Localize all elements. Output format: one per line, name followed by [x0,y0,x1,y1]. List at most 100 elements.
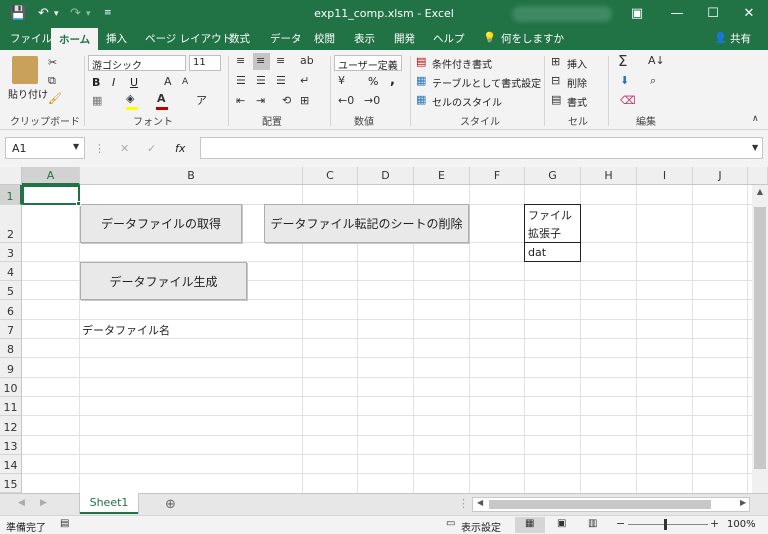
share-button[interactable]: 共有 [730,31,751,46]
scroll-left-icon[interactable]: ◀ [477,498,483,507]
number-format-select[interactable]: ユーザー定義 [334,55,402,72]
insert-cells-button[interactable]: 挿入 [567,56,587,71]
normal-view-icon[interactable]: ▦ [525,518,534,529]
autosum-icon[interactable]: Σ [618,52,627,70]
comma-button[interactable]: , [390,73,395,88]
find-select-icon[interactable]: ⌕ [650,74,656,88]
next-sheet-icon[interactable]: ▶ [40,498,47,508]
row-header[interactable]: 9 [0,358,22,378]
orientation-icon[interactable]: ab [300,54,314,67]
column-header[interactable]: J [693,167,748,185]
row-header[interactable]: 2 [0,205,22,243]
name-box-dropdown-icon[interactable]: ▼ [73,142,79,151]
format-painter-icon[interactable]: 🖌 [48,92,62,105]
borders-icon[interactable]: ▦ [92,94,102,107]
sort-filter-icon[interactable]: A↓ [648,54,665,67]
row-header[interactable]: 7 [0,320,22,339]
cell-b7[interactable]: データファイル名 [82,322,170,338]
macro-record-icon[interactable]: ▤ [60,518,69,529]
percent-button[interactable]: % [368,75,378,88]
column-header[interactable]: F [470,167,525,185]
increase-font-icon[interactable]: A [164,75,172,88]
row-header[interactable]: 10 [0,378,22,397]
fill-color-icon[interactable]: ◈ [126,92,134,105]
tab-view[interactable]: 表示 [354,31,375,46]
align-right-icon[interactable]: ☰ [276,74,286,87]
cancel-icon[interactable]: ✕ [120,142,129,155]
scroll-right-icon[interactable]: ▶ [740,498,746,507]
zoom-slider-thumb[interactable] [664,519,667,530]
select-all-corner[interactable] [0,167,22,185]
tab-data[interactable]: データ [270,31,302,46]
cell-styles-button[interactable]: セルのスタイル [432,94,502,109]
row-header[interactable]: 13 [0,436,22,455]
tab-review[interactable]: 校閲 [314,31,335,46]
row-header[interactable]: 4 [0,262,22,281]
copy-icon[interactable]: ⧉ [48,74,56,88]
tab-page-layout[interactable]: ページ レイアウト [145,31,232,46]
user-account[interactable] [512,6,612,22]
paste-icon[interactable] [12,56,38,84]
align-bottom-icon[interactable]: ≡ [276,54,285,67]
decrease-decimal-icon[interactable]: →0 [364,94,380,107]
column-header[interactable]: A [22,167,80,185]
font-name-select[interactable]: 游ゴシック [88,55,186,72]
row-header[interactable]: 6 [0,300,22,320]
bold-button[interactable]: B [92,76,100,89]
tab-formulas[interactable]: 数式 [229,31,250,46]
currency-icon[interactable]: ¥ [338,74,345,87]
sheet-tab-sheet1[interactable]: Sheet1 [80,493,138,514]
horizontal-scroll-thumb[interactable] [489,500,711,509]
format-cells-button[interactable]: 書式 [567,94,587,109]
row-header[interactable]: 14 [0,455,22,474]
cut-icon[interactable]: ✂ [48,56,57,69]
tab-insert[interactable]: 挿入 [106,31,127,46]
fill-handle[interactable] [76,201,81,206]
clear-icon[interactable]: ⌫ [620,94,636,107]
column-header[interactable]: C [303,167,358,185]
row-header[interactable]: 12 [0,416,22,436]
font-size-select[interactable]: 11 [189,55,221,71]
column-header[interactable]: B [80,167,303,185]
row-header[interactable]: 5 [0,281,22,300]
tab-help[interactable]: ヘルプ [433,31,465,46]
delete-cells-button[interactable]: 削除 [567,75,587,90]
minimize-icon[interactable]: — [660,3,694,25]
collapse-ribbon-icon[interactable]: ∧ [752,114,759,124]
row-header[interactable]: 11 [0,397,22,416]
prev-sheet-icon[interactable]: ◀ [18,498,25,508]
ribbon-display-icon[interactable]: ▣ [620,3,654,25]
spreadsheet-grid[interactable]: A B C D E F G H I J 1 2 3 4 5 6 7 8 9 10… [0,167,768,493]
row-header[interactable]: 8 [0,339,22,358]
zoom-in-icon[interactable]: + [710,517,719,530]
active-cell-a1[interactable] [22,185,80,205]
italic-button[interactable]: I [112,76,115,89]
align-top-icon[interactable]: ≡ [236,54,245,67]
display-settings-button[interactable]: 表示設定 [461,519,501,534]
add-sheet-button[interactable]: ⊕ [165,497,176,512]
decrease-indent-icon[interactable]: ⇤ [236,94,245,107]
tell-me-search[interactable]: 何をしますか [501,31,564,46]
font-color-icon[interactable]: A [157,92,166,105]
close-icon[interactable]: ✕ [732,3,766,25]
format-as-table-button[interactable]: テーブルとして書式設定 [432,75,541,90]
align-center-icon[interactable]: ☰ [256,74,266,87]
phonetic-icon[interactable]: ア [196,92,207,108]
delete-transfer-sheets-button[interactable]: データファイル転記のシートの削除 [264,204,469,243]
wrap-text-icon[interactable]: ↵ [300,74,309,87]
row-header[interactable]: 15 [0,474,22,493]
paste-button[interactable]: 貼り付け [8,86,48,101]
zoom-out-icon[interactable]: − [616,517,625,530]
text-direction-icon[interactable]: ⟲ [282,94,291,107]
maximize-icon[interactable]: ☐ [696,3,730,25]
column-header[interactable]: H [581,167,637,185]
page-layout-view-icon[interactable]: ▣ [557,518,566,529]
increase-decimal-icon[interactable]: ←0 [338,94,354,107]
cell-g3[interactable]: dat [528,246,546,259]
page-break-view-icon[interactable]: ▥ [588,518,597,529]
row-header[interactable]: 1 [0,185,22,205]
insert-function-button[interactable]: fx [175,142,185,155]
tab-file[interactable]: ファイル [10,31,52,46]
zoom-slider-track[interactable] [628,524,708,525]
scroll-up-icon[interactable]: ▲ [754,187,766,199]
